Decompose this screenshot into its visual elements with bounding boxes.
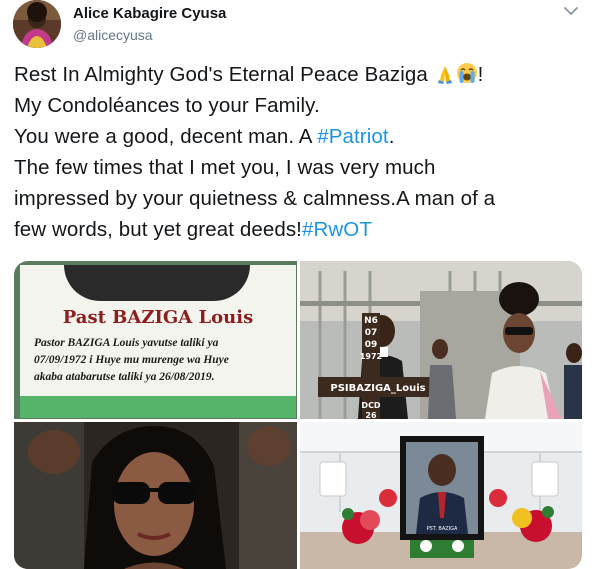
cross-text: N6 (364, 316, 378, 326)
author-handle[interactable]: @alicecyusa (73, 26, 226, 44)
cross-text: 09 (365, 340, 378, 350)
notice-green-stripe (20, 396, 296, 418)
cross-text: 26 (365, 411, 377, 419)
tweet-text: Rest In Almighty God's Eternal Peace Baz… (14, 59, 584, 245)
tweet-card: Alice Kabagire Cyusa @alicecyusa Rest In… (0, 0, 596, 569)
chevron-down-icon[interactable] (564, 6, 582, 20)
cross-text: DCD (361, 401, 381, 410)
tweet-line: impressed by your quietness & calmness.A… (14, 187, 496, 210)
portrait-fragment (64, 265, 250, 301)
hashtag-patriot-link[interactable]: #Patriot (317, 125, 388, 148)
hashtag-rwot-link[interactable]: #RwOT (302, 218, 372, 241)
folded-hands-icon (434, 62, 456, 84)
notice-line: Pastor BAZIGA Louis yavutse taliki ya (34, 337, 219, 349)
tweet-line: Rest In Almighty God's Eternal Peace Baz… (14, 59, 584, 90)
media-photo-procession[interactable]: N6 07 09 1972 PSIBAZIGA_Louis DCD 26 (300, 261, 582, 419)
cross-text: 1972 (360, 352, 382, 361)
media-photo-memorial[interactable]: PST. BAZIGA (300, 422, 582, 569)
tweet-line: The few times that I met you, I was very… (14, 156, 436, 179)
obituary-notice: Past BAZIGA Louis Pastor BAZIGA Louis ya… (20, 265, 296, 418)
tweet-text-segment: Rest In Almighty God's Eternal Peace Baz… (14, 63, 434, 86)
tweet-text-segment: ! (477, 63, 484, 86)
media-photo-mourner[interactable] (14, 422, 297, 569)
cross-text: 07 (365, 328, 378, 338)
notice-line: 07/09/1972 i Huye mu murenge wa Huye (34, 354, 229, 366)
tweet-text-segment: few words, but yet great deeds! (14, 218, 302, 241)
notice-line: akaba atabarutse taliki ya 26/08/2019. (34, 371, 215, 383)
tweet-line: My Condoléances to your Family. (14, 94, 320, 117)
notice-title: Past BAZIGA Louis (62, 307, 254, 328)
author-display-name[interactable]: Alice Kabagire Cyusa (73, 5, 226, 23)
cross-text: PSIBAZIGA_Louis (330, 383, 425, 394)
tweet-text-segment: You were a good, decent man. A (14, 125, 318, 148)
notice-body: Pastor BAZIGA Louis yavutse taliki ya 07… (34, 335, 290, 386)
avatar[interactable] (13, 0, 61, 48)
author-block: Alice Kabagire Cyusa @alicecyusa (73, 5, 226, 44)
tweet-line: You were a good, decent man. A #Patriot. (14, 121, 584, 152)
loudly-crying-face-icon (456, 62, 478, 84)
frame-caption: PST. BAZIGA (427, 526, 458, 532)
tweet-text-segment: . (388, 125, 395, 148)
tweet-line: few words, but yet great deeds!#RwOT (14, 214, 584, 245)
media-grid: Past BAZIGA Louis Pastor BAZIGA Louis ya… (14, 261, 582, 569)
media-photo-notice[interactable]: Past BAZIGA Louis Pastor BAZIGA Louis ya… (14, 261, 297, 419)
